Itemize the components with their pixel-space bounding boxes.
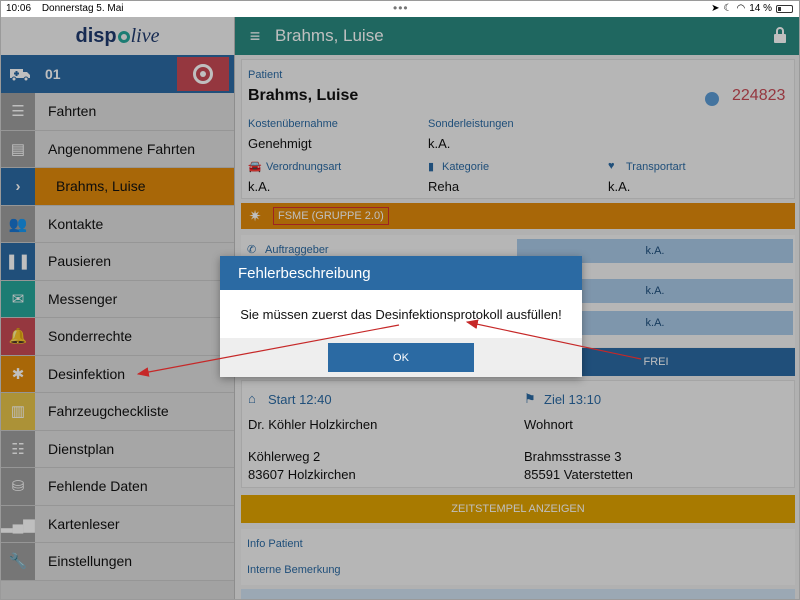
dialog-message: Sie müssen zuerst das Desinfektionsproto… <box>240 306 562 322</box>
app-frame: 10:06 Donnerstag 5. Mai ••• ➤ ☾ ◠ 14 % d… <box>0 0 800 600</box>
status-bar: 10:06 Donnerstag 5. Mai ••• ➤ ☾ ◠ 14 % <box>1 1 799 17</box>
battery-percent: 14 % <box>749 3 772 14</box>
ok-button[interactable]: OK <box>328 343 474 372</box>
location-icon: ➤ <box>711 3 720 14</box>
status-date: Donnerstag 5. Mai <box>41 3 124 14</box>
error-dialog: Fehlerbeschreibung Sie müssen zuerst das… <box>220 256 582 377</box>
moon-icon: ☾ <box>723 3 733 14</box>
wifi-icon: ◠ <box>736 3 746 14</box>
dialog-title: Fehlerbeschreibung <box>220 256 582 290</box>
dialog-footer: OK <box>220 338 582 377</box>
status-time: 10:06 <box>6 3 32 14</box>
battery-icon <box>776 4 793 13</box>
multitask-dots-icon[interactable]: ••• <box>393 1 409 15</box>
